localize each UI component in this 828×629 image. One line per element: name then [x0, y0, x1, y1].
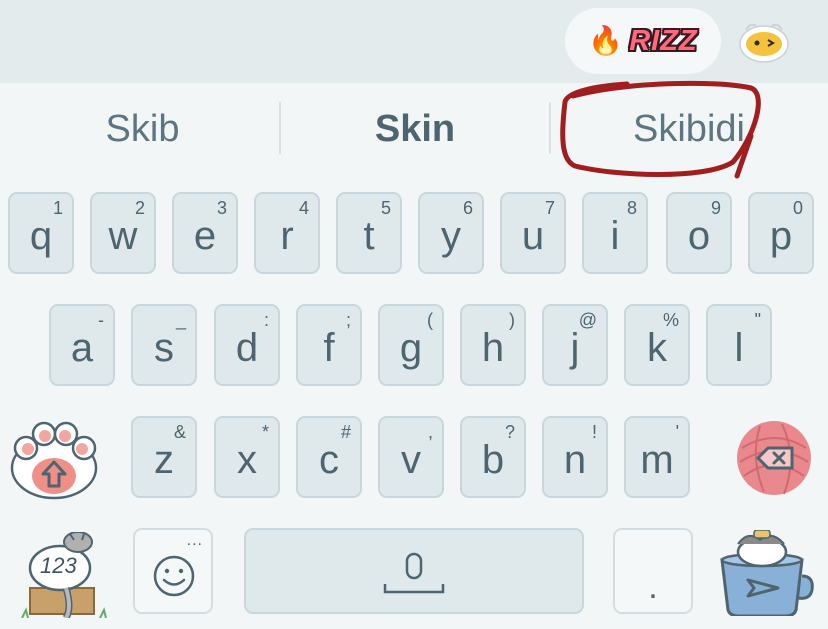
suggestion-1[interactable]: Skib: [5, 96, 280, 162]
key-label: f: [323, 326, 335, 370]
key-q[interactable]: 1 q: [8, 192, 74, 274]
key-g[interactable]: ( g: [378, 304, 444, 386]
key-label: v: [401, 438, 421, 482]
key-label: n: [563, 438, 587, 482]
space-bar[interactable]: [244, 528, 584, 614]
key-t[interactable]: 5 t: [336, 192, 402, 274]
rizz-button[interactable]: 🔥 RIZZ: [565, 8, 721, 74]
key-e[interactable]: 3 e: [172, 192, 238, 274]
key-i[interactable]: 8 i: [582, 192, 648, 274]
key-y[interactable]: 6 y: [418, 192, 484, 274]
key-label: g: [399, 326, 423, 370]
key-f[interactable]: ; f: [296, 304, 362, 386]
key-c[interactable]: # c: [296, 416, 362, 498]
key-label: h: [481, 326, 505, 370]
key-label: x: [237, 438, 257, 482]
suggestion-3[interactable]: Skibidi: [550, 96, 828, 162]
key-d[interactable]: : d: [214, 304, 280, 386]
emoji-key[interactable]: ...: [133, 528, 213, 614]
key-label: l: [734, 326, 744, 370]
key-w[interactable]: 2 w: [90, 192, 156, 274]
period-label: .: [648, 568, 658, 606]
key-label: o: [687, 214, 711, 258]
numbers-label: 123: [40, 553, 77, 578]
key-l[interactable]: " l: [706, 304, 772, 386]
key-label: t: [363, 214, 375, 258]
key-label: r: [280, 214, 294, 258]
key-label: a: [70, 326, 94, 370]
key-label: q: [29, 214, 53, 258]
key-x[interactable]: * x: [214, 416, 280, 498]
fire-icon: 🔥: [588, 25, 624, 56]
key-label: u: [521, 214, 545, 258]
key-label: k: [647, 326, 667, 370]
key-s[interactable]: _ s: [131, 304, 197, 386]
key-o[interactable]: 9 o: [666, 192, 732, 274]
key-v[interactable]: , v: [378, 416, 444, 498]
period-key[interactable]: .: [613, 528, 693, 614]
key-n[interactable]: ! n: [542, 416, 608, 498]
key-label: b: [481, 438, 505, 482]
key-label: m: [640, 438, 674, 482]
key-label: j: [570, 326, 580, 370]
key-z[interactable]: & z: [131, 416, 197, 498]
key-r[interactable]: 4 r: [254, 192, 320, 274]
smiley-icon: [153, 555, 195, 597]
shift-paw-icon[interactable]: [8, 420, 100, 500]
rizz-label: RIZZ: [629, 24, 698, 57]
key-p[interactable]: 0 p: [748, 192, 814, 274]
key-j[interactable]: @ j: [542, 304, 608, 386]
key-label: e: [193, 214, 217, 258]
key-label: y: [441, 214, 461, 258]
key-b[interactable]: ? b: [460, 416, 526, 498]
key-h[interactable]: ) h: [460, 304, 526, 386]
key-label: s: [154, 326, 174, 370]
key-u[interactable]: 7 u: [500, 192, 566, 274]
key-label: p: [769, 214, 793, 258]
key-a[interactable]: - a: [49, 304, 115, 386]
key-label: w: [108, 214, 138, 258]
send-icon[interactable]: [716, 530, 814, 616]
key-label: i: [610, 214, 620, 258]
backspace-yarn-icon[interactable]: [732, 418, 816, 498]
more-dots: ...: [186, 532, 203, 549]
suggestion-2[interactable]: Skin: [280, 96, 550, 162]
key-label: c: [319, 438, 339, 482]
microphone-icon: [383, 552, 445, 594]
key-k[interactable]: % k: [624, 304, 690, 386]
key-m[interactable]: ' m: [624, 416, 690, 498]
keyboard-toolbar: 🔥 RIZZ: [0, 0, 828, 83]
ghost-face-icon[interactable]: [738, 20, 790, 64]
key-label: z: [154, 438, 174, 482]
key-label: d: [235, 326, 259, 370]
